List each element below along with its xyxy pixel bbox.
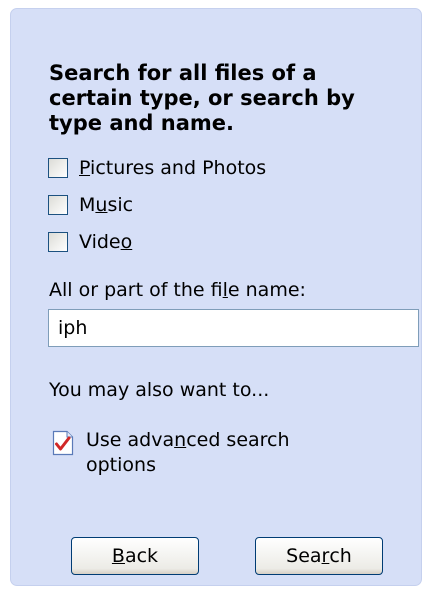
checkbox-label[interactable]: Pictures and Photos (79, 157, 266, 179)
checkbox-video[interactable]: Video (48, 229, 132, 255)
search-companion-panel: Search for all files of a certain type, … (10, 8, 422, 586)
checkbox-music[interactable]: Music (48, 192, 133, 218)
checked-document-icon[interactable] (52, 430, 74, 456)
file-name-label: All or part of the file name: (49, 279, 306, 301)
search-button[interactable]: Sea r ch (255, 537, 383, 575)
checkbox-box[interactable] (48, 158, 68, 178)
back-button[interactable]: Back (71, 537, 199, 575)
advanced-search-options-label[interactable]: Use advanced search options (86, 428, 346, 478)
checkbox-box[interactable] (48, 232, 68, 252)
checkbox-pictures-and-photos[interactable]: Pictures and Photos (48, 155, 266, 181)
checkbox-box[interactable] (48, 195, 68, 215)
search-heading: Search for all files of a certain type, … (49, 61, 355, 135)
file-name-input[interactable] (48, 309, 419, 347)
advanced-search-options-link[interactable]: Use advanced search options (52, 428, 346, 478)
checkbox-label[interactable]: Video (79, 231, 132, 253)
checkbox-label[interactable]: Music (79, 194, 133, 216)
also-want-label: You may also want to... (49, 379, 270, 401)
